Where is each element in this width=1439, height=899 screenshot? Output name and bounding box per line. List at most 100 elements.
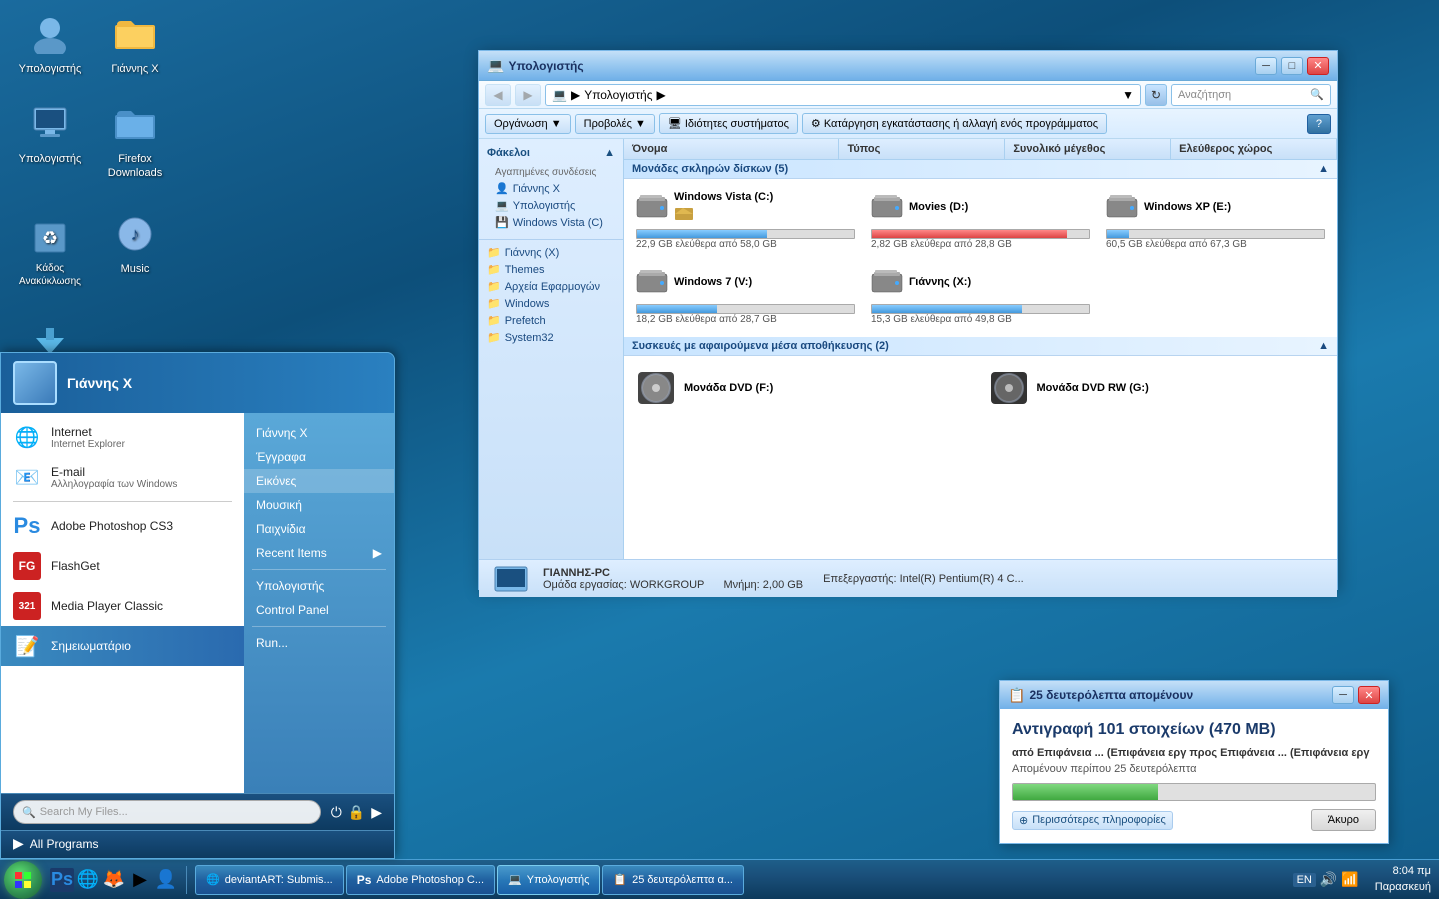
status-memory: Μνήμη: 2,00 GB: [723, 579, 803, 591]
photoshop-icon: Ps: [13, 512, 41, 540]
taskbar-firefox-icon[interactable]: 🦊: [102, 868, 126, 892]
email-icon: 📧: [13, 463, 41, 491]
sidebar-system32[interactable]: 📁 System32: [479, 329, 623, 346]
col-name[interactable]: Όνομα: [624, 139, 839, 159]
dvd-f[interactable]: Μονάδα DVD (F:): [632, 364, 977, 412]
drive-x[interactable]: Γιάννης (Χ:) 15,3 GB ελεύθερα από 49,8 G…: [867, 262, 1094, 329]
desktop-icon-firefox[interactable]: Firefox Downloads: [95, 100, 175, 181]
right-paixnidia[interactable]: Παιχνίδια: [244, 517, 394, 541]
refresh-button[interactable]: ↻: [1145, 84, 1167, 106]
explorer-title: Υπολογιστής: [508, 59, 1251, 73]
uninstall-button[interactable]: ⚙ Κατάργηση εγκατάστασης ή αλλαγή ενός π…: [802, 113, 1107, 134]
flashget-label: FlashGet: [51, 559, 232, 573]
taskbar-photoshop[interactable]: Ps Adobe Photoshop C...: [346, 865, 495, 895]
taskbar-explorer[interactable]: 💻 Υπολογιστής: [497, 865, 600, 895]
start-item-mediaplayer[interactable]: 321 Media Player Classic: [1, 586, 244, 626]
views-button[interactable]: Προβολές ▼: [575, 114, 655, 134]
copy-details-button[interactable]: ⊕ Περισσότερες πληροφορίες: [1012, 811, 1173, 830]
sidebar-themes[interactable]: 📁 Themes: [479, 261, 623, 278]
right-giannhs[interactable]: Γιάννης Χ: [244, 421, 394, 445]
copy-close[interactable]: ✕: [1358, 686, 1380, 704]
copy-icon-sm: 📋: [613, 873, 627, 886]
maximize-button[interactable]: □: [1281, 57, 1303, 75]
drive-d[interactable]: Movies (D:) 2,82 GB ελεύθερα από 28,8 GB: [867, 187, 1094, 254]
col-type[interactable]: Τύπος: [839, 139, 1005, 159]
dvd-g[interactable]: Μονάδα DVD RW (G:): [985, 364, 1330, 412]
recycle-icon: ♻: [26, 210, 74, 258]
right-divider-2: [252, 626, 386, 627]
arrow-icon[interactable]: ▶: [371, 804, 382, 821]
address-bar[interactable]: 💻 ▶ Υπολογιστής ▶ ▼: [545, 84, 1141, 106]
start-menu-right-panel: Γιάννης Χ Έγγραφα Εικόνες Μουσική Παιχνί…: [244, 413, 394, 793]
sidebar-windows-vista[interactable]: 💾 Windows Vista (C): [487, 214, 615, 231]
right-control[interactable]: Control Panel: [244, 598, 394, 622]
internet-sub: Internet Explorer: [51, 439, 125, 450]
start-item-photoshop[interactable]: Ps Adobe Photoshop CS3: [1, 506, 244, 546]
drive-e[interactable]: Windows XP (E:) 60,5 GB ελεύθερα από 67,…: [1102, 187, 1329, 254]
drive-v[interactable]: Windows 7 (V:) 18,2 GB ελεύθερα από 28,7…: [632, 262, 859, 329]
search-input[interactable]: Αναζήτηση 🔍: [1171, 84, 1331, 106]
col-free[interactable]: Ελεύθερος χώρος: [1171, 139, 1337, 159]
clock-day: Παρασκευή: [1375, 880, 1431, 895]
right-ypologistis[interactable]: Υπολογιστής: [244, 574, 394, 598]
forward-button[interactable]: ▶: [515, 84, 541, 106]
start-menu-left-panel: 🌐 Internet Internet Explorer 📧 E-mail Αλ…: [1, 413, 244, 793]
properties-button[interactable]: 🖥 Ιδιότητες συστήματος: [659, 113, 798, 134]
desktop-icon-computer[interactable]: Υπολογιστής: [10, 100, 90, 166]
desktop-icon-label: Firefox Downloads: [95, 152, 175, 181]
taskbar-clock[interactable]: 8:04 πμ Παρασκευή: [1367, 864, 1439, 895]
right-mousiki[interactable]: Μουσική: [244, 493, 394, 517]
hdd-icon-sm: 💾: [495, 216, 509, 229]
taskbar-apps: 🌐 deviantART: Submis... Ps Adobe Photosh…: [195, 865, 1281, 895]
back-button[interactable]: ◀: [485, 84, 511, 106]
sidebar-arxeia[interactable]: 📁 Αρχεία Εφαρμογών: [479, 278, 623, 295]
drive-v-bar: [637, 305, 717, 313]
close-button[interactable]: ✕: [1307, 57, 1329, 75]
taskbar-copy[interactable]: 📋 25 δευτερόλεπτα α...: [602, 865, 744, 895]
power-icon[interactable]: ⏻: [331, 804, 342, 821]
sidebar-windows[interactable]: 📁 Windows: [479, 295, 623, 312]
desktop-icon-giannhs[interactable]: Υπολογιστής: [10, 10, 90, 76]
removable-grid: Μονάδα DVD (F:) Μονάδα DVD RW (G:): [624, 356, 1337, 420]
start-divider-1: [13, 501, 232, 502]
start-search-box[interactable]: 🔍 Search My Files...: [13, 800, 321, 824]
search-placeholder: Search My Files...: [40, 806, 128, 818]
taskbar-ie-icon[interactable]: 🌐: [76, 868, 100, 892]
sidebar-giannhs-x[interactable]: 📁 Γιάννης (Χ): [479, 244, 623, 261]
sidebar-giannhs[interactable]: 👤 Γιάννης Χ: [487, 180, 615, 197]
drive-c[interactable]: Windows Vista (C:) 22,9 GB ελεύθερα από …: [632, 187, 859, 254]
explorer-icon-sm: 💻: [508, 873, 522, 886]
col-total[interactable]: Συνολικό μέγεθος: [1005, 139, 1171, 159]
start-button[interactable]: [4, 861, 42, 899]
flashget-icon: FG: [13, 552, 41, 580]
copy-minimize[interactable]: ─: [1332, 686, 1354, 704]
sidebar-computer[interactable]: 💻 Υπολογιστής: [487, 197, 615, 214]
organize-button[interactable]: Οργάνωση ▼: [485, 114, 571, 134]
right-eikones[interactable]: Εικόνες: [244, 469, 394, 493]
right-run[interactable]: Run...: [244, 631, 394, 655]
drive-v-name: Windows 7 (V:): [674, 276, 752, 288]
all-programs-btn[interactable]: ▶ All Programs: [1, 830, 394, 858]
desktop-icon-programmata[interactable]: Γιάννης Χ: [95, 10, 175, 76]
taskbar-user-icon[interactable]: 👤: [154, 868, 178, 892]
start-item-flashget[interactable]: FG FlashGet: [1, 546, 244, 586]
right-recent[interactable]: Recent Items ▶: [244, 541, 394, 565]
copy-cancel-button[interactable]: Άκυρο: [1311, 809, 1376, 831]
desktop-icon-music[interactable]: ♪ Music: [95, 210, 175, 276]
right-eggafa[interactable]: Έγγραφα: [244, 445, 394, 469]
favorites-section: Αγαπημένες συνδέσεις 👤 Γιάννης Χ 💻 Υπολο…: [479, 161, 623, 235]
folder-icon-system32: 📁: [487, 331, 501, 344]
help-button[interactable]: ?: [1307, 114, 1331, 134]
sidebar-favorites-title: Αγαπημένες συνδέσεις: [487, 165, 615, 180]
start-item-notepad[interactable]: 📝 Σημειωματάριο: [1, 626, 244, 666]
start-item-internet[interactable]: 🌐 Internet Internet Explorer: [1, 417, 244, 457]
lock-icon[interactable]: 🔒: [348, 804, 365, 821]
start-menu-header: Γιάννης Χ: [1, 353, 394, 413]
sidebar-prefetch[interactable]: 📁 Prefetch: [479, 312, 623, 329]
taskbar-deviantart[interactable]: 🌐 deviantART: Submis...: [195, 865, 344, 895]
minimize-button[interactable]: ─: [1255, 57, 1277, 75]
desktop-icon-recycle[interactable]: ♻ ΚάδοςΑνακύκλωσης: [10, 210, 90, 288]
start-item-email[interactable]: 📧 E-mail Αλληλογραφία των Windows: [1, 457, 244, 497]
taskbar-wmp-icon[interactable]: ▶: [128, 868, 152, 892]
taskbar-ps-icon[interactable]: Ps: [50, 868, 74, 892]
